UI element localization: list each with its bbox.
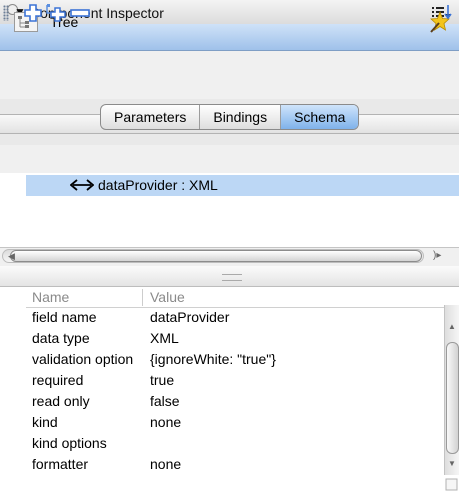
component-row [0, 51, 459, 99]
bidirectional-arrow-icon [70, 179, 94, 191]
resize-corner-icon[interactable] [444, 477, 459, 492]
scroll-right-arrow-icon[interactable]: )▸ [433, 250, 441, 261]
property-value[interactable]: false [150, 393, 180, 409]
property-value[interactable]: XML [150, 330, 179, 346]
property-name: required [32, 372, 84, 388]
property-name: kind [32, 414, 58, 430]
tab-schema[interactable]: Schema [281, 105, 359, 129]
schema-item-label[interactable]: dataProvider : XML [98, 177, 218, 193]
property-name: field name [32, 309, 97, 325]
sort-order-icon[interactable] [444, 3, 458, 21]
property-value[interactable]: none [150, 414, 181, 430]
property-value[interactable]: {ignoreWhite: "true"} [150, 351, 276, 367]
add-field-icon[interactable] [24, 4, 42, 22]
vertical-scroll-thumb[interactable] [446, 342, 459, 454]
property-name: validation option [32, 351, 134, 367]
property-name: kind options [32, 435, 107, 451]
property-value[interactable]: dataProvider [150, 309, 229, 325]
column-header-name[interactable]: Name [32, 289, 69, 305]
properties-header: Name Value [26, 289, 444, 308]
panel-grip-icon[interactable] [3, 5, 9, 21]
scroll-up-arrow-icon[interactable]: ▲ [448, 322, 456, 331]
table-row[interactable]: validation option {ignoreWhite: "true"} [26, 351, 444, 370]
tab-parameters[interactable]: Parameters [101, 105, 201, 129]
table-row[interactable]: read only false [26, 393, 444, 412]
tab-bindings[interactable]: Bindings [200, 105, 282, 129]
property-name: data type [32, 330, 90, 346]
table-row[interactable]: field name dataProvider [26, 309, 444, 328]
table-row[interactable]: kind options [26, 435, 444, 454]
table-row[interactable]: data type XML [26, 330, 444, 349]
table-row[interactable]: kind none [26, 414, 444, 433]
property-name: formatter [32, 456, 89, 472]
tab-bar: Parameters Bindings Schema [100, 104, 360, 130]
horizontal-scroll-thumb[interactable] [10, 250, 422, 262]
scroll-left-arrow-icon[interactable]: ◀ [8, 251, 15, 262]
property-name: read only [32, 393, 90, 409]
property-value[interactable]: none [150, 456, 181, 472]
splitter-grip-icon[interactable] [222, 274, 242, 281]
table-row[interactable]: required true [26, 372, 444, 391]
property-value[interactable]: true [150, 372, 174, 388]
column-header-value[interactable]: Value [150, 289, 185, 305]
scroll-down-arrow-icon[interactable]: ▼ [448, 459, 456, 468]
remove-field-icon[interactable] [70, 6, 90, 20]
schema-toolbar [0, 145, 459, 173]
add-child-field-icon[interactable] [46, 4, 66, 22]
column-divider[interactable] [142, 289, 143, 306]
table-row[interactable]: formatter none [26, 456, 444, 475]
